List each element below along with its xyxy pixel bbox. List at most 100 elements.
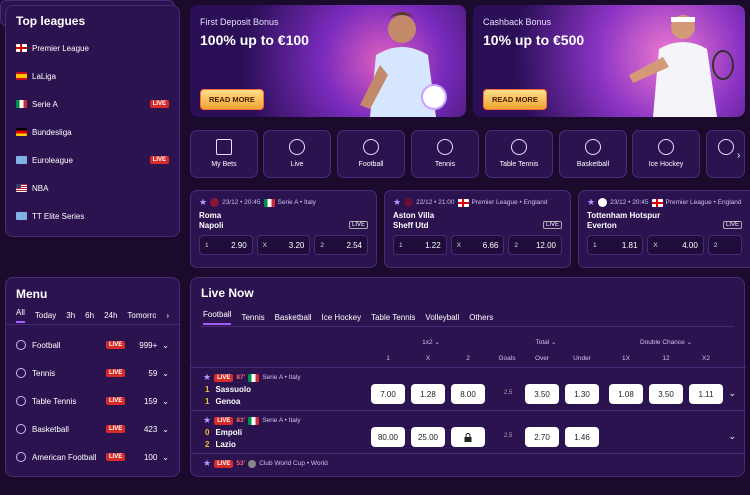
chevron-down-icon[interactable]: ⌄ (728, 388, 736, 399)
tab-volleyball[interactable]: Volleyball (425, 313, 459, 322)
odd-away[interactable]: 2 12.00 (508, 235, 563, 255)
tile-football[interactable]: Football (337, 130, 405, 178)
league-name: LaLiga (32, 71, 57, 81)
odd-under[interactable]: 1.46 (565, 427, 599, 447)
sport-item-tennis[interactable]: Tennis LIVE 59 ⌄ (6, 359, 179, 387)
top-leagues-panel: Top leagues Premier League LaLiga Serie … (5, 5, 180, 237)
tab-today[interactable]: Today (35, 311, 56, 320)
first-deposit-banner[interactable]: First Deposit Bonus 100% up to €100 READ… (190, 5, 466, 117)
group-header-1x2[interactable]: 1x2 ⌄ (416, 338, 446, 346)
tab-others[interactable]: Others (469, 313, 493, 322)
tab-6h[interactable]: 6h (85, 311, 94, 320)
odd-under[interactable]: 1.30 (565, 384, 599, 404)
league-item-laliga[interactable]: LaLiga (6, 62, 179, 90)
sport-name: Table Tennis (32, 396, 77, 406)
sport-name: Football (32, 340, 61, 350)
sport-item-football[interactable]: Football LIVE 999+ ⌄ (6, 331, 179, 359)
odd-draw[interactable]: X 4.00 (647, 235, 704, 255)
league-item-tt-elite-series[interactable]: TT Elite Series (6, 202, 179, 230)
odd-x[interactable]: 25.00 (411, 427, 445, 447)
chevron-right-icon[interactable]: › (166, 311, 169, 320)
odd-x2[interactable]: 1.11 (689, 384, 723, 404)
tile-ice-hockey[interactable]: Ice Hockey (632, 130, 700, 178)
star-icon[interactable]: ★ (393, 197, 401, 208)
match-card[interactable]: ★ 22/12 • 21:00 Premier League • England… (384, 190, 571, 268)
odd-x[interactable]: 1.28 (411, 384, 445, 404)
league-item-premier-league[interactable]: Premier League (6, 34, 179, 62)
sport-item-table-tennis[interactable]: Table Tennis LIVE 159 ⌄ (6, 387, 179, 415)
read-more-button[interactable]: READ MORE (200, 89, 264, 110)
tile-live[interactable]: Live (263, 130, 331, 178)
star-icon[interactable]: ★ (203, 458, 211, 469)
match-card[interactable]: ★ 23/12 • 20:45 Premier League • England… (578, 190, 750, 268)
match-minute: 87' (236, 374, 246, 381)
odd-1[interactable]: 7.00 (371, 384, 405, 404)
tile-basketball[interactable]: Basketball (559, 130, 627, 178)
tab-all[interactable]: All (16, 308, 25, 323)
tab-table-tennis[interactable]: Table Tennis (371, 313, 415, 322)
chevron-down-icon[interactable]: ⌄ (162, 341, 169, 350)
tile-label: Football (358, 161, 384, 168)
read-more-button[interactable]: READ MORE (483, 89, 547, 110)
star-icon[interactable]: ★ (587, 197, 595, 208)
chevron-right-icon[interactable]: › (737, 150, 740, 161)
odd-2[interactable]: 8.00 (451, 384, 485, 404)
star-icon[interactable]: ★ (199, 197, 207, 208)
odd-over[interactable]: 3.50 (525, 384, 559, 404)
odd-home[interactable]: 1 1.81 (587, 235, 644, 255)
league-name: Euroleague (32, 155, 73, 165)
odd-draw[interactable]: X 3.20 (256, 235, 311, 255)
table-tennis-icon (511, 139, 527, 155)
tile-tennis[interactable]: Tennis (411, 130, 479, 178)
star-icon[interactable]: ★ (203, 415, 211, 426)
tile-my-bets[interactable]: My Bets (190, 130, 258, 178)
odd-away[interactable]: 2 (707, 235, 743, 255)
tab-24h[interactable]: 24h (104, 311, 117, 320)
tab-basketball[interactable]: Basketball (275, 313, 312, 322)
tab-3h[interactable]: 3h (66, 311, 75, 320)
league-item-serie-a[interactable]: Serie A LIVE (6, 90, 179, 118)
star-icon[interactable]: ★ (203, 372, 211, 383)
roma-badge-icon (210, 198, 220, 207)
odd-home[interactable]: 1 1.22 (393, 235, 447, 255)
lock-icon (464, 432, 472, 442)
chevron-down-icon[interactable]: ⌄ (162, 397, 169, 406)
col-12: 12 (662, 355, 670, 362)
live-match-row[interactable]: ★ LIVE 53' Club World Cup • World (191, 453, 746, 495)
odd-away[interactable]: 2 2.54 (314, 235, 369, 255)
league-item-euroleague[interactable]: Euroleague LIVE (6, 146, 179, 174)
odd-1[interactable]: 80.00 (371, 427, 405, 447)
odd-1x[interactable]: 1.08 (609, 384, 643, 404)
tab-tomorrow[interactable]: Tomorrow (127, 311, 156, 320)
tile-table-tennis[interactable]: Table Tennis (485, 130, 553, 178)
cashback-banner[interactable]: Cashback Bonus 10% up to €500 READ MORE (473, 5, 745, 117)
group-header-total[interactable]: Total ⌄ (531, 338, 561, 346)
league-item-bundesliga[interactable]: Bundesliga (6, 118, 179, 146)
live-match-row[interactable]: ★ LIVE 83' Serie A • Italy 0 Empoli 2 Lazi… (191, 410, 746, 452)
odd-over[interactable]: 2.70 (525, 427, 559, 447)
chevron-down-icon[interactable]: ⌄ (728, 431, 736, 442)
tab-ice-hockey[interactable]: Ice Hockey (322, 313, 362, 322)
odd-home[interactable]: 1 2.90 (199, 235, 253, 255)
chevron-down-icon[interactable]: ⌄ (162, 453, 169, 462)
live-match-row[interactable]: ★ LIVE 87' Serie A • Italy 1 Sassuolo 1 Ge… (191, 367, 746, 409)
chevron-down-icon[interactable]: ⌄ (162, 369, 169, 378)
col-1x: 1X (622, 355, 630, 362)
live-sport-tabs: Football Tennis Basketball Ice Hockey Ta… (191, 308, 744, 326)
group-header-double-chance[interactable]: Double Chance ⌄ (636, 338, 696, 346)
away-team: Everton (587, 221, 617, 230)
chevron-down-icon[interactable]: ⌄ (162, 425, 169, 434)
league-item-nba[interactable]: NBA (6, 174, 179, 202)
club-badge-icon (248, 459, 257, 468)
away-team-line: 2 Lazio (205, 440, 236, 449)
tab-football[interactable]: Football (203, 310, 232, 325)
sport-item-american-football[interactable]: American Football LIVE 100 ⌄ (6, 443, 179, 471)
odd-2-locked[interactable] (451, 427, 485, 447)
odd-draw[interactable]: X 6.66 (450, 235, 505, 255)
match-date: 22/12 • 21:00 (416, 199, 455, 206)
sport-item-basketball[interactable]: Basketball LIVE 423 ⌄ (6, 415, 179, 443)
odd-12[interactable]: 3.50 (649, 384, 683, 404)
match-card[interactable]: ★ 23/12 • 20:45 Serie A • Italy Roma Nap… (190, 190, 377, 268)
tab-tennis[interactable]: Tennis (241, 313, 264, 322)
world-flag-icon (16, 156, 27, 164)
